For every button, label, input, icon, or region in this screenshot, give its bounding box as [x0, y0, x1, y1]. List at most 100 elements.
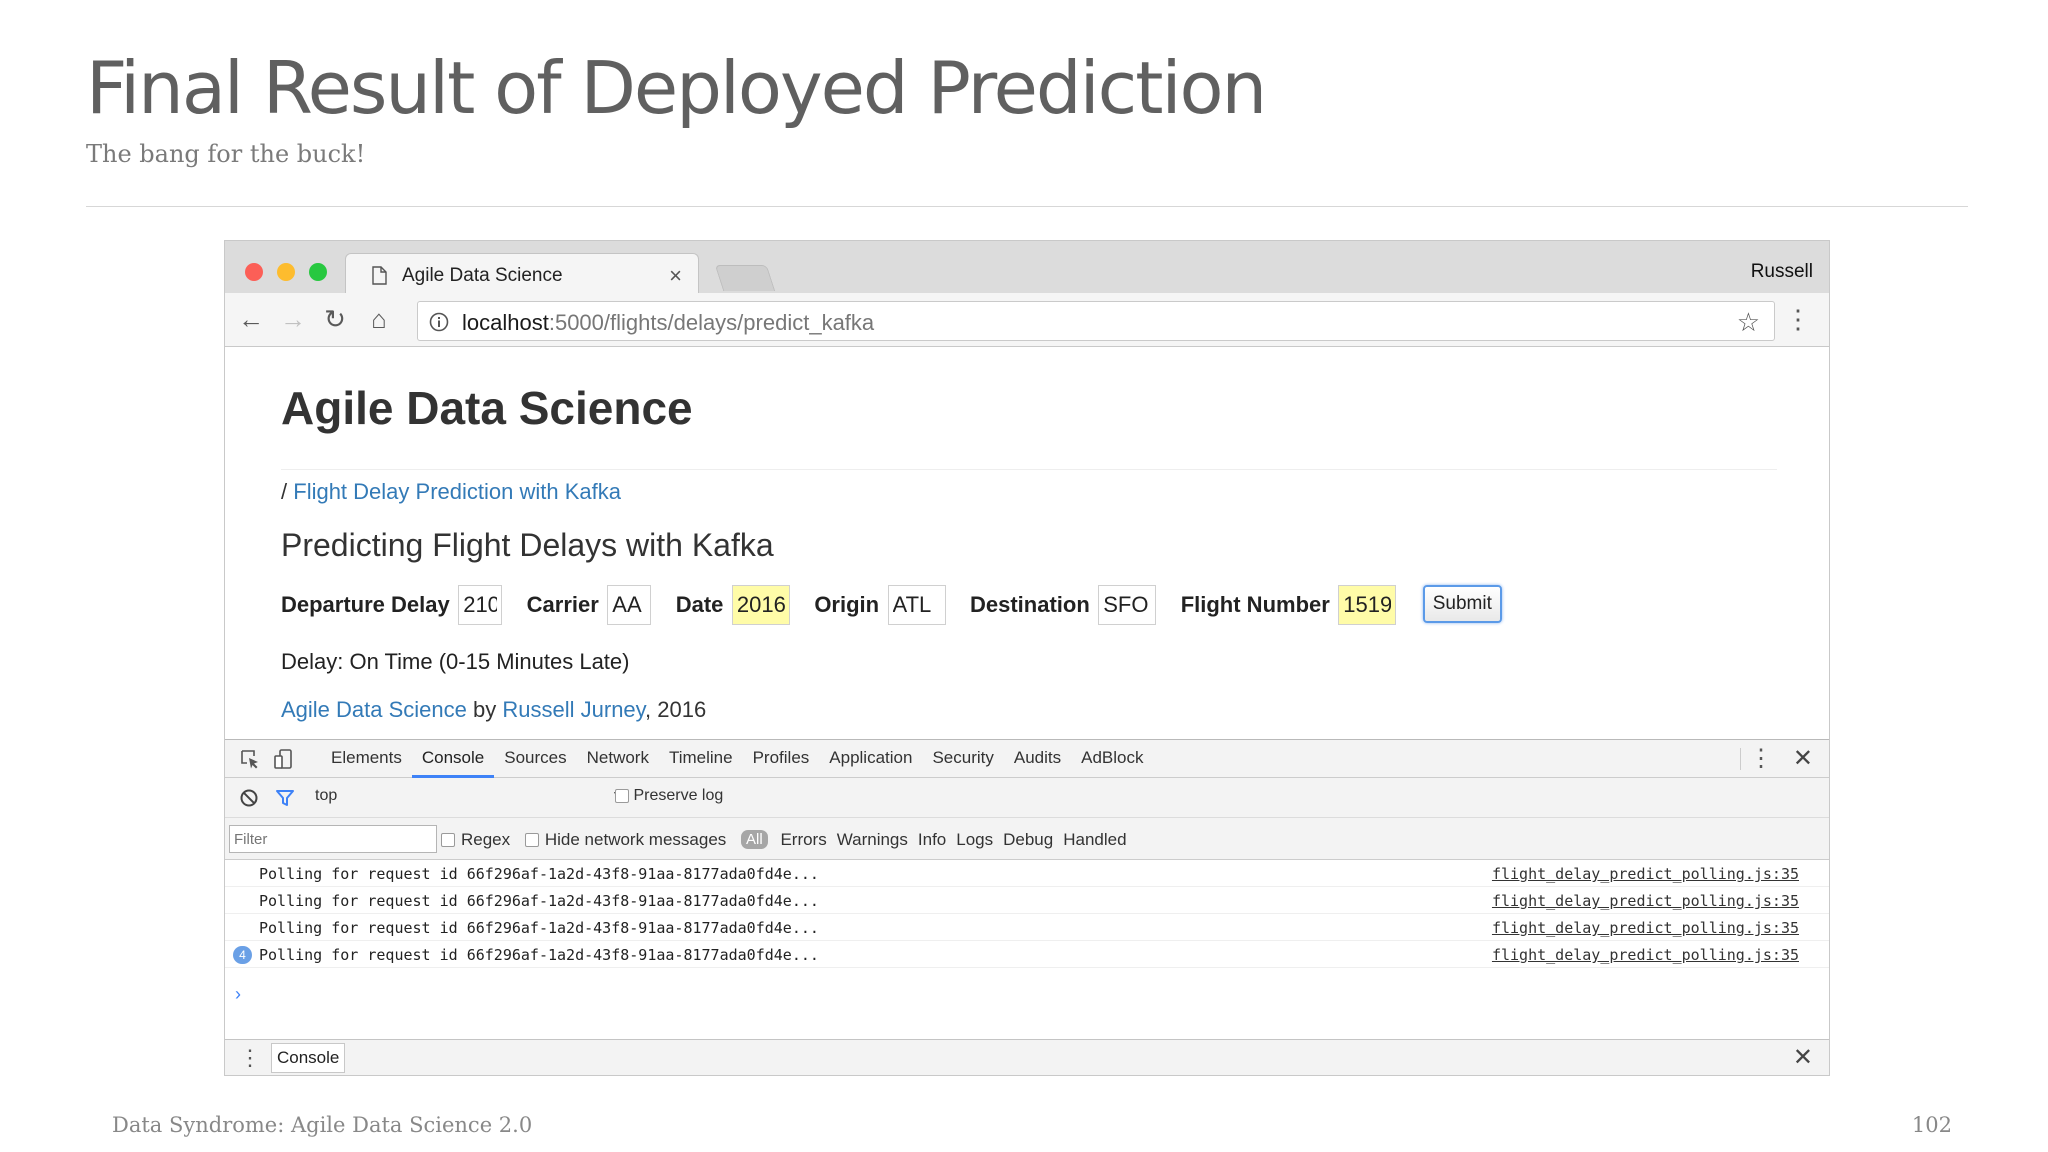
origin-input[interactable] [887, 585, 946, 625]
regex-option[interactable]: Regex [441, 830, 510, 849]
devtools-tab-sources[interactable]: Sources [494, 740, 576, 778]
level-info[interactable]: Info [918, 830, 946, 849]
drawer-menu-icon[interactable]: ⋮ [239, 1040, 261, 1075]
back-arrow-icon[interactable]: ← [235, 303, 267, 335]
tab-strip: Agile Data Science × Russell [225, 241, 1829, 295]
page-subheading: Predicting Flight Delays with Kafka [281, 527, 774, 563]
destination-input[interactable] [1098, 585, 1157, 625]
minimize-window-button[interactable] [277, 263, 295, 281]
devtools-menu-icon[interactable]: ⋮ [1749, 742, 1773, 776]
devtools-tab-network[interactable]: Network [577, 740, 659, 778]
console-log-source-link[interactable]: flight_delay_predict_polling.js:35 [1492, 865, 1799, 883]
console-log-row: Polling for request id 66f296af-1a2d-43f… [225, 887, 1829, 914]
carrier-input[interactable] [607, 585, 652, 625]
devtools-separator [1740, 748, 1741, 770]
forward-arrow-icon[interactable]: → [277, 303, 309, 335]
prediction-form: Departure Delay Carrier Date Origin Dest… [281, 585, 1502, 627]
devtools-tab-audits[interactable]: Audits [1004, 740, 1071, 778]
slide-divider [86, 206, 1968, 207]
level-all-pill[interactable]: All [741, 830, 768, 850]
devtools-tab-application[interactable]: Application [819, 740, 922, 778]
address-bar[interactable]: localhost:5000/flights/delays/predict_ka… [417, 301, 1775, 341]
level-errors[interactable]: Errors [780, 830, 826, 849]
context-select[interactable]: top ▼ [315, 787, 625, 805]
devtools-tabs: Elements Console Sources Network Timeline Pro… [321, 740, 1154, 778]
devtools-close-icon[interactable]: ✕ [1793, 742, 1813, 776]
devtools-tab-bar: Elements Console Sources Network Timeline Pro… [225, 740, 1829, 778]
origin-label: Origin [814, 592, 880, 617]
preserve-log-option[interactable]: Preserve log [615, 787, 723, 805]
devtools-tab-timeline[interactable]: Timeline [659, 740, 743, 778]
maximize-window-button[interactable] [309, 263, 327, 281]
context-select-value: top [315, 787, 338, 804]
slide-number: 102 [1911, 1113, 1952, 1137]
slide-subtitle: The bang for the buck! [86, 140, 366, 168]
level-warnings[interactable]: Warnings [837, 830, 908, 849]
devtools-drawer: ⋮ Console ✕ [225, 1039, 1829, 1075]
devtools-panel: Elements Console Sources Network Timeline Pro… [225, 739, 1829, 1075]
credits: Agile Data Science by Russell Jurney, 20… [281, 697, 706, 723]
page-content: Agile Data Science / Flight Delay Predic… [225, 347, 1829, 739]
hide-network-option[interactable]: Hide network messages [524, 829, 727, 849]
repeat-count-badge: 4 [233, 946, 252, 964]
carrier-field: Carrier [527, 585, 652, 625]
level-logs[interactable]: Logs [956, 830, 993, 849]
level-handled[interactable]: Handled [1063, 830, 1126, 849]
hide-network-checkbox[interactable] [524, 833, 539, 848]
console-filter-input[interactable] [229, 825, 437, 853]
close-window-button[interactable] [245, 263, 263, 281]
carrier-label: Carrier [526, 592, 599, 617]
tab-title: Agile Data Science [402, 265, 563, 286]
profile-name[interactable]: Russell [1751, 261, 1813, 283]
browser-window: Agile Data Science × Russell ← → ↻ ⌂ loc… [224, 240, 1830, 1076]
device-toolbar-icon[interactable] [273, 748, 295, 770]
devtools-tab-elements[interactable]: Elements [321, 740, 412, 778]
browser-tab[interactable]: Agile Data Science × [345, 253, 699, 295]
new-tab-button[interactable] [714, 265, 776, 291]
flight-number-input[interactable] [1338, 585, 1397, 625]
departure-delay-input[interactable] [458, 585, 503, 625]
drawer-console-tab[interactable]: Console [271, 1043, 346, 1073]
bookmark-star-icon[interactable]: ☆ [1737, 307, 1760, 338]
url-text[interactable]: localhost:5000/flights/delays/predict_ka… [462, 310, 874, 336]
devtools-tab-adblock[interactable]: AdBlock [1071, 740, 1153, 778]
destination-field: Destination [970, 585, 1157, 625]
console-log-row: Polling for request id 66f296af-1a2d-43f… [225, 914, 1829, 941]
inspect-element-icon[interactable] [239, 748, 261, 770]
breadcrumb-link[interactable]: Flight Delay Prediction with Kafka [293, 479, 621, 504]
devtools-tab-profiles[interactable]: Profiles [743, 740, 820, 778]
reload-icon[interactable]: ↻ [319, 303, 351, 335]
date-input[interactable] [731, 585, 790, 625]
filter-funnel-icon[interactable] [275, 788, 295, 808]
author-link[interactable]: Russell Jurney [502, 697, 645, 722]
devtools-tab-console[interactable]: Console [411, 740, 495, 778]
date-label: Date [675, 592, 724, 617]
preserve-log-label: Preserve log [633, 787, 724, 804]
console-filter-options: Regex Hide network messages All Errors Wa… [441, 829, 1137, 850]
delay-result: Delay: On Time (0-15 Minutes Late) [281, 649, 630, 674]
console-log-source-link[interactable]: flight_delay_predict_polling.js:35 [1492, 919, 1799, 937]
clear-console-icon[interactable] [239, 788, 259, 808]
slide-footer: Data Syndrome: Agile Data Science 2.0 [112, 1113, 533, 1137]
drawer-close-icon[interactable]: ✕ [1793, 1040, 1813, 1075]
console-log-source-link[interactable]: flight_delay_predict_polling.js:35 [1492, 946, 1799, 964]
hide-network-label: Hide network messages [544, 829, 727, 849]
regex-checkbox[interactable] [441, 833, 455, 848]
devtools-tab-security[interactable]: Security [922, 740, 1003, 778]
page-divider [281, 469, 1777, 470]
submit-button[interactable]: Submit [1422, 585, 1502, 623]
console-log-source-link[interactable]: flight_delay_predict_polling.js:35 [1492, 892, 1799, 910]
console-prompt[interactable]: › [235, 984, 241, 1005]
browser-menu-icon[interactable]: ⋮ [1785, 303, 1811, 335]
tab-close-icon[interactable]: × [669, 263, 682, 289]
info-icon[interactable] [429, 312, 449, 332]
preserve-log-checkbox[interactable] [615, 788, 629, 803]
console-log-message: Polling for request id 66f296af-1a2d-43f… [259, 919, 819, 937]
console-log-row: 4 Polling for request id 66f296af-1a2d-43… [225, 941, 1829, 968]
level-debug[interactable]: Debug [1003, 830, 1053, 849]
home-icon[interactable]: ⌂ [363, 303, 395, 335]
console-context-bar: top ▼ Preserve log [225, 778, 1829, 818]
book-link[interactable]: Agile Data Science [281, 697, 467, 722]
credits-by: by [473, 697, 497, 722]
credits-year: , 2016 [645, 697, 707, 722]
